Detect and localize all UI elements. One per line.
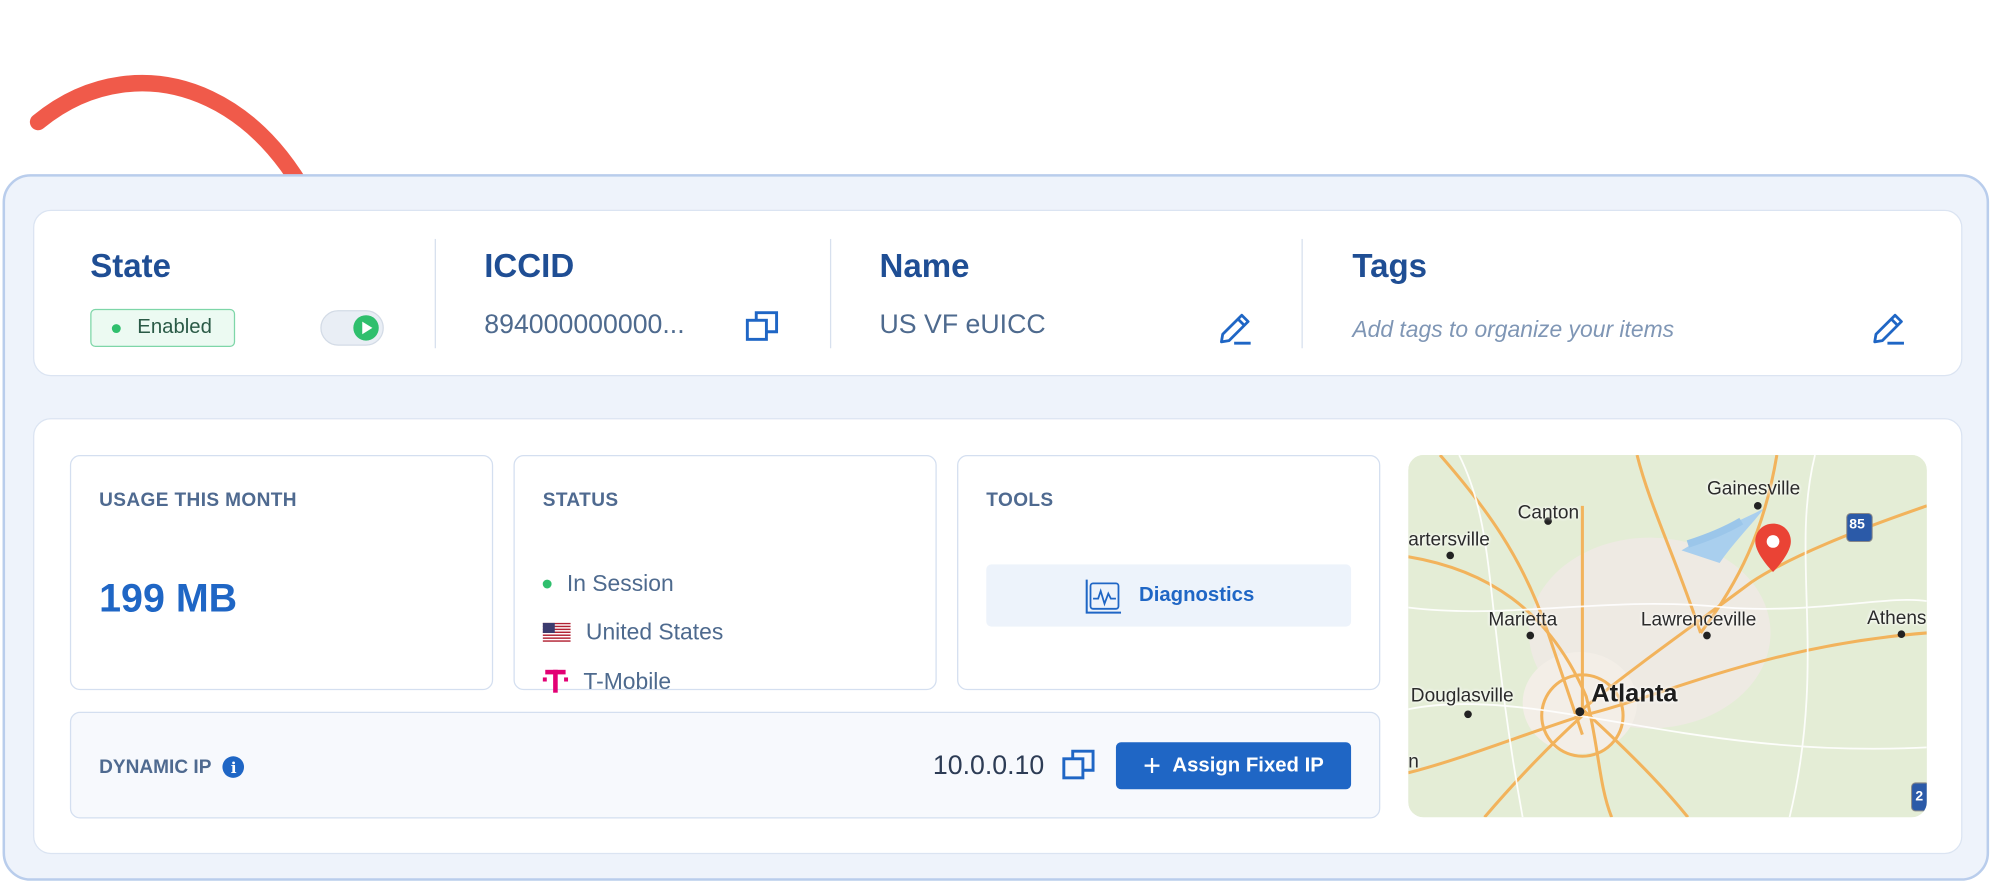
map-label: Marietta (1488, 608, 1558, 631)
session-dot (542, 579, 552, 589)
map-label: Atlanta (1591, 679, 1678, 708)
carrier-text: T-Mobile (583, 667, 672, 694)
status-tile: STATUS In Session United States T-Mobile (513, 455, 937, 693)
iccid-value: 894000000000... (484, 310, 685, 340)
session-status: In Session (542, 570, 674, 598)
country-text: United States (585, 618, 724, 645)
tags-placeholder[interactable]: Add tags to organize your items (1352, 316, 1674, 343)
edit-icon[interactable] (1870, 309, 1908, 347)
iccid-section: ICCID 894000000000... (436, 211, 830, 378)
map-label: Lawrenceville (1640, 608, 1757, 631)
state-toggle[interactable] (320, 310, 384, 346)
tmobile-logo-icon (542, 669, 569, 693)
enabled-dot (111, 324, 121, 334)
assign-fixed-ip-button[interactable]: + Assign Fixed IP (1115, 742, 1352, 790)
location-map[interactable]: Gainesville Canton artersville Marietta … (1408, 455, 1927, 818)
status-badge: Enabled (90, 308, 236, 347)
map-label: n (1408, 751, 1419, 773)
content-scale: State Enabled ICCID 894000000000... Name… (0, 0, 1993, 882)
play-icon (353, 315, 379, 341)
copy-icon[interactable] (1060, 746, 1098, 784)
ip-value: 10.0.0.10 (932, 751, 1045, 781)
session-text: In Session (566, 570, 674, 597)
dynamic-ip-bar: DYNAMIC IP i 10.0.0.10 + Assign Fixed IP (69, 711, 1381, 819)
usage-value: 199 MB (99, 575, 238, 621)
tags-title: Tags (1352, 246, 1428, 285)
status-label: STATUS (542, 489, 619, 511)
interstate-shield: 85 (1849, 517, 1865, 533)
tags-section: Tags Add tags to organize your items (1303, 211, 1964, 378)
interstate-shield: 2 (1915, 789, 1924, 805)
usage-label: USAGE THIS MONTH (99, 489, 297, 511)
page: State Enabled ICCID 894000000000... Name… (0, 0, 1993, 882)
tools-label: TOOLS (986, 489, 1054, 511)
ip-label: DYNAMIC IP (99, 756, 212, 778)
copy-icon[interactable] (744, 308, 782, 346)
map-label: Douglasville (1410, 685, 1514, 707)
state-section: State Enabled (34, 211, 434, 378)
state-title: State (90, 246, 172, 285)
sim-details-card: USAGE THIS MONTH 199 MB STATUS In Sessio… (33, 418, 1963, 855)
diagnostics-label: Diagnostics (1139, 584, 1255, 606)
assign-label: Assign Fixed IP (1172, 754, 1324, 776)
sim-header-card: State Enabled ICCID 894000000000... Name… (33, 209, 1964, 378)
us-flag-icon (542, 622, 571, 642)
iccid-title: ICCID (484, 246, 575, 285)
info-icon[interactable]: i (222, 756, 245, 778)
name-title: Name (879, 246, 970, 285)
carrier-status: T-Mobile (542, 667, 672, 695)
map-label: Athens (1867, 607, 1927, 630)
tools-tile: TOOLS Diagnostics (957, 455, 1381, 691)
ip-label-group: DYNAMIC IP i (99, 756, 245, 778)
badge-label: Enabled (137, 316, 212, 339)
diagnostics-button[interactable]: Diagnostics (986, 564, 1352, 627)
map-label: artersville (1408, 528, 1490, 551)
name-section: Name US VF eUICC (831, 211, 1301, 378)
map-label: Gainesville (1706, 477, 1801, 500)
country-status: United States (542, 618, 724, 646)
name-value: US VF eUICC (879, 310, 1046, 340)
map-background (1408, 455, 1927, 818)
diagnostics-icon (1085, 578, 1122, 614)
map-label: Canton (1517, 502, 1580, 524)
edit-icon[interactable] (1216, 309, 1254, 347)
plus-icon: + (1143, 747, 1161, 783)
usage-tile: USAGE THIS MONTH 199 MB (69, 455, 494, 691)
